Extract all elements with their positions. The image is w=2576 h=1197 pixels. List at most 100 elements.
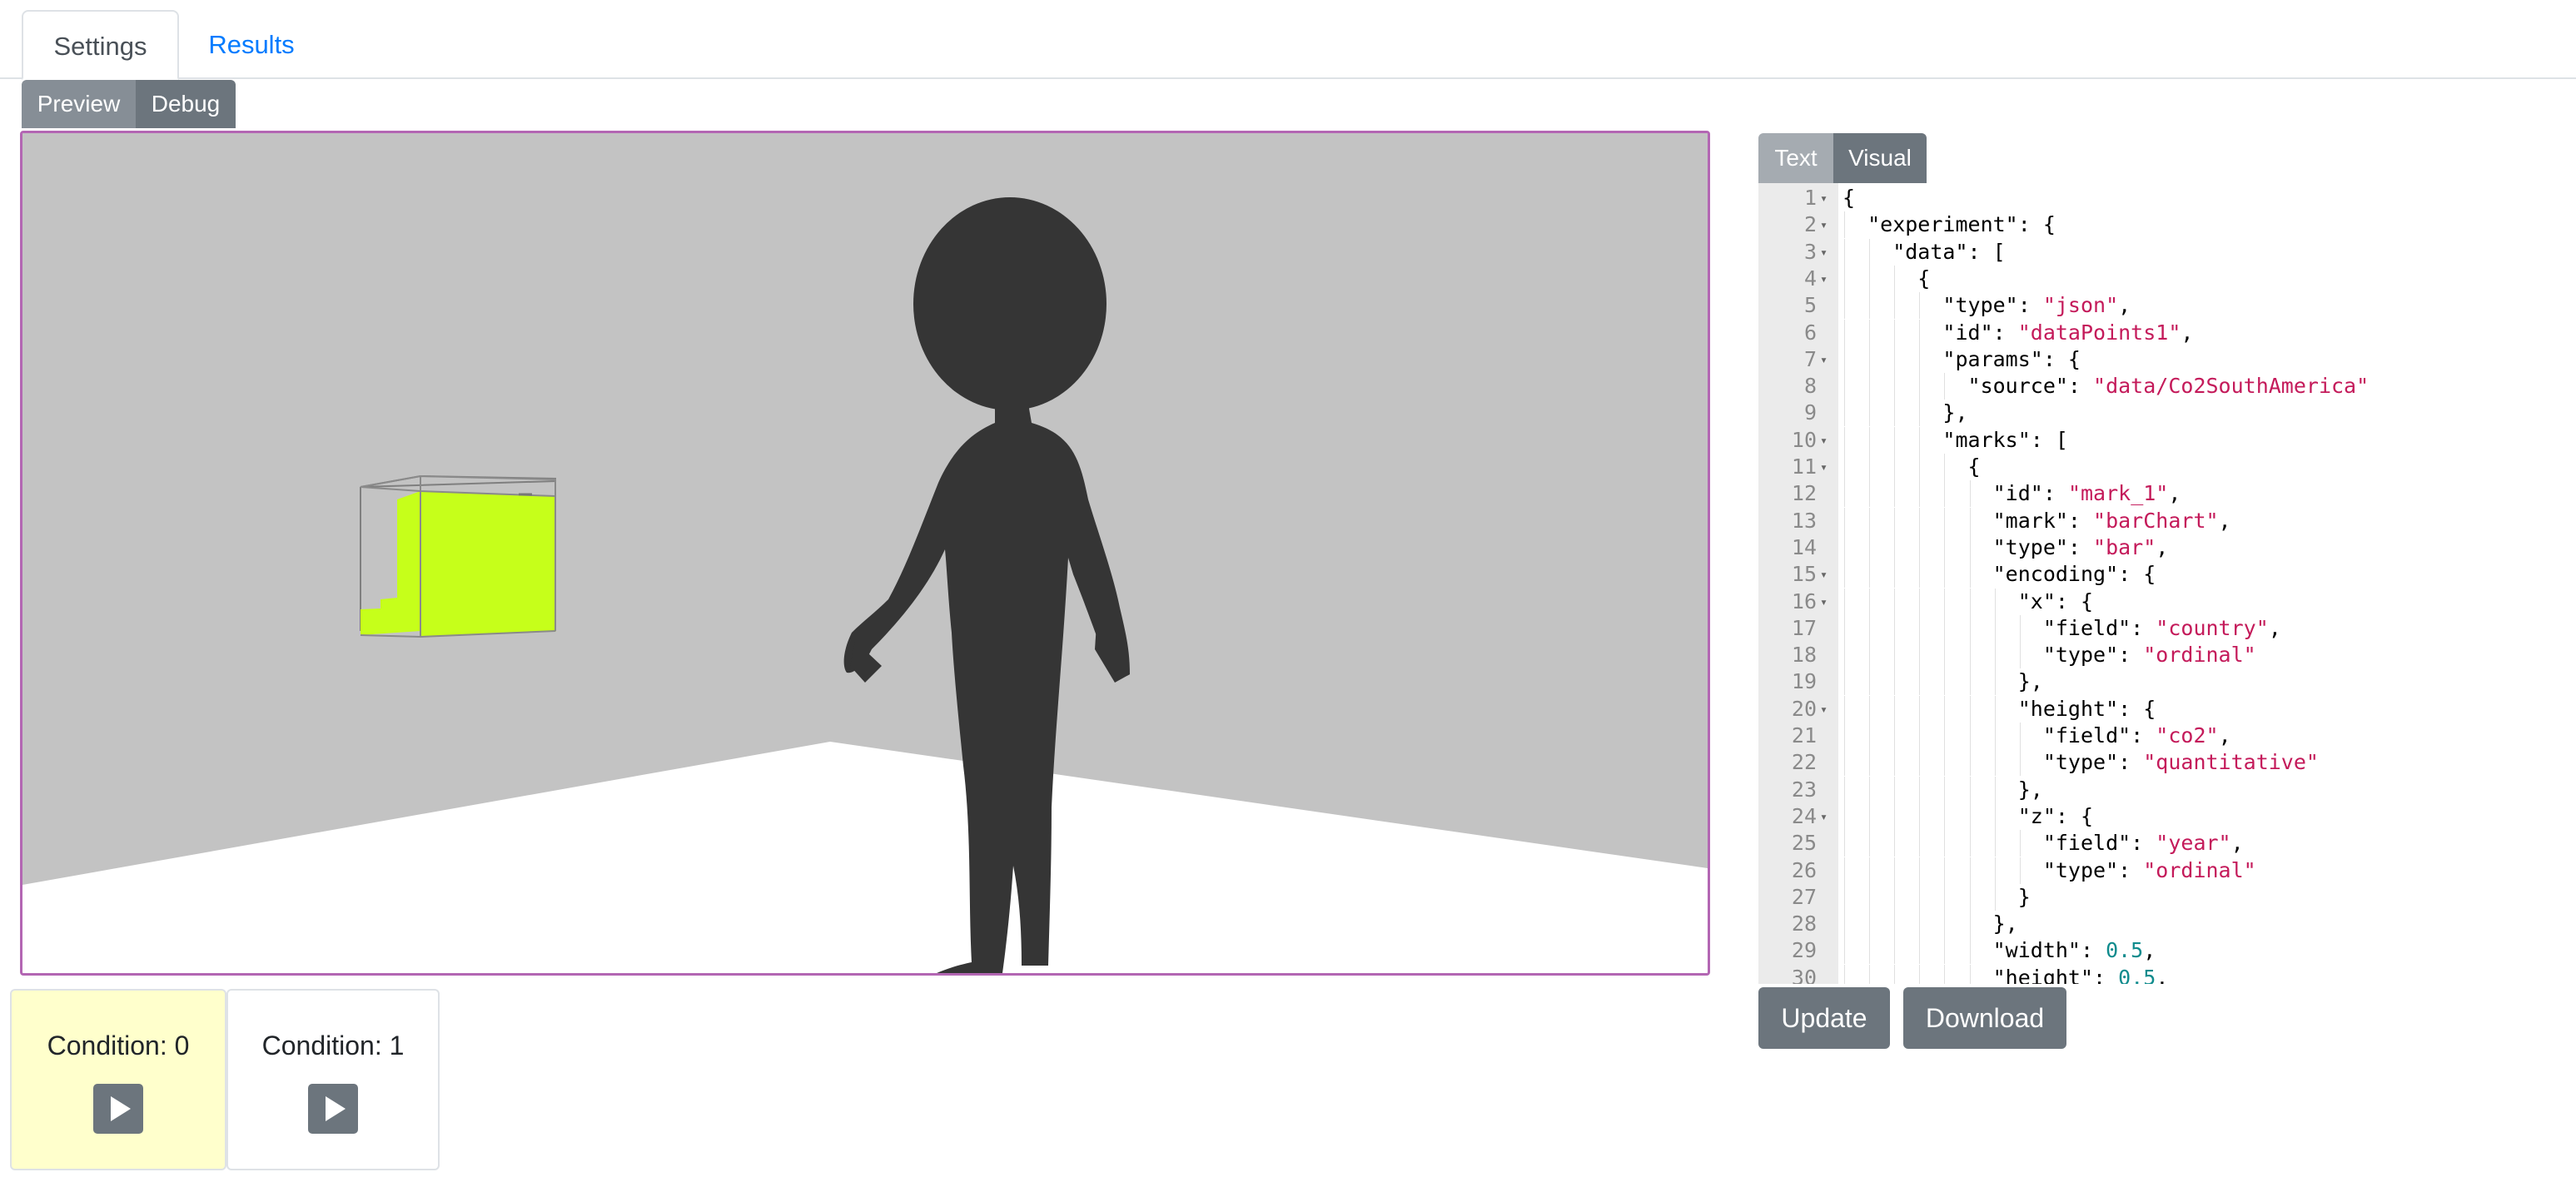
code-text: "type": "json", [1842, 293, 2131, 318]
fold-toggle-icon[interactable]: ▾ [1820, 239, 1828, 266]
code-line[interactable]: 24 ▾ "z": { [1758, 802, 2576, 830]
fold-toggle-icon[interactable]: ▾ [1820, 427, 1828, 454]
download-button[interactable]: Download [1903, 987, 2066, 1049]
code-line[interactable]: 12 "id": "mark_1", [1758, 480, 2576, 508]
tab-settings[interactable]: Settings [22, 10, 179, 80]
code-text: "field": "country", [1842, 615, 2281, 640]
code-text: "type": "ordinal" [1842, 857, 2256, 882]
fold-toggle-icon[interactable]: ▾ [1820, 454, 1828, 480]
line-number: 19 [1791, 669, 1817, 694]
fold-toggle-icon[interactable]: ▾ [1820, 211, 1828, 238]
line-number: 5 [1803, 293, 1817, 318]
code-line[interactable]: 13 "mark": "barChart", [1758, 507, 2576, 534]
visual-mode-button[interactable]: Visual [1833, 133, 1927, 183]
code-line[interactable]: 11 ▾ { [1758, 454, 2576, 480]
code-line[interactable]: 2 ▾ "experiment": { [1758, 211, 2576, 239]
condition-label: Condition: 1 [261, 1031, 405, 1060]
code-line[interactable]: 19 }, [1758, 668, 2576, 696]
line-number: 8 [1803, 374, 1817, 399]
code-line[interactable]: 4 ▾ { [1758, 265, 2576, 292]
line-number: 2 [1803, 212, 1817, 237]
update-button[interactable]: Update [1758, 987, 1890, 1049]
code-text: "type": "ordinal" [1842, 643, 2256, 668]
code-line[interactable]: 3 ▾ "data": [ [1758, 238, 2576, 266]
code-line[interactable]: 30 "height": 0.5, [1758, 964, 2576, 984]
line-number: 23 [1791, 777, 1817, 802]
line-number: 18 [1791, 643, 1817, 668]
code-line[interactable]: 22 "type": "quantitative" [1758, 749, 2576, 777]
line-number: 22 [1791, 750, 1817, 775]
line-number: 4 [1803, 266, 1817, 291]
play-button[interactable] [308, 1084, 358, 1134]
code-line[interactable]: 28 }, [1758, 911, 2576, 938]
line-number: 29 [1791, 938, 1817, 963]
preview-toggle-button[interactable]: Preview [22, 80, 136, 128]
line-number: 6 [1803, 320, 1817, 345]
code-text: } [1842, 884, 2031, 909]
code-line[interactable]: 1 ▾ { [1758, 185, 2576, 211]
code-text: "marks": [ [1842, 427, 2068, 452]
code-line[interactable]: 25 "field": "year", [1758, 830, 2576, 857]
fold-toggle-icon[interactable]: ▾ [1820, 589, 1828, 615]
code-text: "id": "dataPoints1", [1842, 320, 2194, 345]
condition-label: Condition: 0 [47, 1031, 190, 1060]
debug-toggle-button[interactable]: Debug [136, 80, 236, 128]
fold-toggle-icon[interactable]: ▾ [1820, 266, 1828, 292]
fold-toggle-icon[interactable]: ▾ [1820, 803, 1828, 830]
code-line[interactable]: 5 "type": "json", [1758, 292, 2576, 320]
tab-results[interactable]: Results [185, 10, 318, 80]
code-line[interactable]: 10 ▾ "marks": [ [1758, 426, 2576, 454]
code-text: }, [1842, 400, 1968, 425]
code-line[interactable]: 16 ▾ "x": { [1758, 588, 2576, 615]
code-text: "params": { [1842, 346, 2081, 371]
code-line[interactable]: 7 ▾ "params": { [1758, 345, 2576, 373]
line-number: 26 [1791, 857, 1817, 882]
code-line[interactable]: 6 "id": "dataPoints1", [1758, 319, 2576, 346]
line-number: 27 [1791, 884, 1817, 909]
code-line[interactable]: 14 "type": "bar", [1758, 534, 2576, 561]
text-mode-button[interactable]: Text [1758, 133, 1833, 183]
line-number: 21 [1791, 723, 1817, 748]
code-text: "width": 0.5, [1842, 938, 2156, 963]
line-number: 12 [1791, 481, 1817, 506]
code-text: "data": [ [1842, 239, 2006, 264]
line-number: 11 [1791, 454, 1817, 479]
code-line[interactable]: 17 "field": "country", [1758, 614, 2576, 642]
fold-toggle-icon[interactable]: ▾ [1820, 346, 1828, 373]
code-line[interactable]: 21 "field": "co2", [1758, 723, 2576, 749]
code-line[interactable]: 29 "width": 0.5, [1758, 937, 2576, 965]
condition-card-0[interactable]: Condition: 0 [10, 989, 226, 1170]
code-text: "height": { [1842, 696, 2156, 721]
code-text: "mark": "barChart", [1842, 508, 2231, 533]
line-number: 1 [1803, 186, 1817, 210]
play-button[interactable] [93, 1084, 143, 1134]
code-text: }, [1842, 911, 2018, 936]
line-number: 9 [1803, 400, 1817, 425]
code-line[interactable]: 20 ▾ "height": { [1758, 695, 2576, 723]
code-line[interactable]: 27 } [1758, 883, 2576, 911]
line-number: 28 [1791, 911, 1817, 936]
code-line[interactable]: 18 "type": "ordinal" [1758, 642, 2576, 669]
code-text: { [1842, 186, 1856, 210]
code-text: "id": "mark_1", [1842, 481, 2181, 506]
json-code-editor[interactable]: 1 ▾{2 ▾ "experiment": {3 ▾ "data": [4 ▾ {5 "… [1758, 183, 2576, 984]
condition-card-1[interactable]: Condition: 1 [226, 989, 440, 1170]
code-text: "type": "bar", [1842, 534, 2169, 559]
fold-toggle-icon[interactable]: ▾ [1820, 696, 1828, 723]
line-number: 7 [1803, 346, 1817, 371]
code-text: "x": { [1842, 589, 2094, 613]
code-line[interactable]: 23 }, [1758, 776, 2576, 803]
line-number: 20 [1791, 696, 1817, 721]
code-text: { [1842, 454, 1981, 479]
fold-toggle-icon[interactable]: ▾ [1820, 561, 1828, 588]
play-icon [111, 1096, 131, 1121]
code-text: "type": "quantitative" [1842, 750, 2319, 775]
code-line[interactable]: 15 ▾ "encoding": { [1758, 561, 2576, 589]
code-text: "encoding": { [1842, 562, 2156, 587]
code-line[interactable]: 26 "type": "ordinal" [1758, 857, 2576, 884]
code-line[interactable]: 9 }, [1758, 400, 2576, 427]
code-text: "experiment": { [1842, 212, 2056, 237]
code-line[interactable]: 8 "source": "data/Co2SouthAmerica" [1758, 373, 2576, 400]
fold-toggle-icon[interactable]: ▾ [1820, 185, 1828, 211]
scene-viewport[interactable] [20, 131, 1710, 976]
